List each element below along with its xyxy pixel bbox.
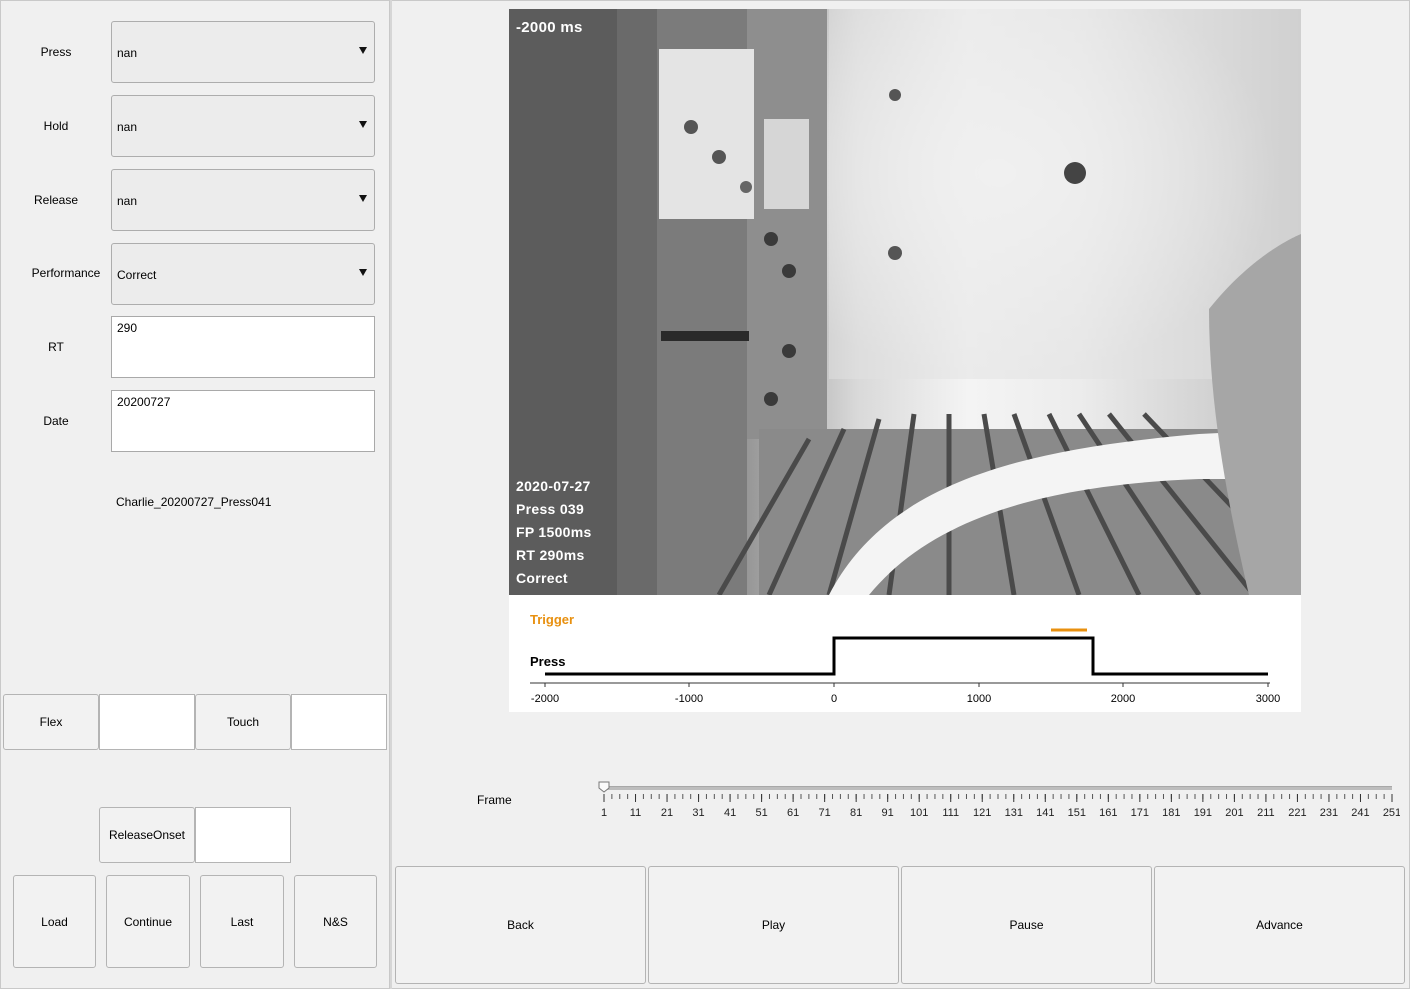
release-onset-button[interactable]: ReleaseOnset [99, 807, 195, 863]
file-name: Charlie_20200727_Press041 [116, 495, 272, 509]
rt-value: 290 [117, 321, 138, 335]
press-dropdown[interactable]: nan [111, 21, 375, 83]
release-label: Release [33, 193, 79, 207]
rt-field[interactable]: 290 [111, 316, 375, 378]
frame-slider-ticks: 1 11 21 31 41 51 61 71 81 91 101 111 121 131 141 151 161… [601, 794, 1400, 819]
release-dropdown[interactable]: nan [111, 169, 375, 231]
advance-button[interactable]: Advance [1154, 866, 1405, 984]
frame-tick-label: 11 [630, 807, 641, 819]
frame-tick-label: 161 [1099, 807, 1117, 819]
frame-tick-label: 51 [755, 807, 767, 819]
frame-tick-label: 81 [850, 807, 862, 819]
press-value: nan [117, 46, 138, 60]
press-label: Press [40, 45, 72, 59]
release-onset-input[interactable] [195, 807, 291, 863]
video-frame: -2000 ms 2020-07-27 Press 039 FP 1500ms … [509, 9, 1301, 595]
frame-tick-label: 41 [724, 807, 736, 819]
behavior-trace-panel: Trigger Press -2000 -1000 0 1000 2000 30… [509, 595, 1301, 712]
frame-tick-label: 241 [1351, 807, 1369, 819]
frame-tick-label: 231 [1320, 807, 1338, 819]
hold-value: nan [117, 120, 138, 134]
video-info-outcome: Correct [516, 570, 568, 586]
frame-tick-label: 201 [1225, 807, 1243, 819]
frame-tick-label: 191 [1194, 807, 1212, 819]
rt-label: RT [48, 340, 64, 354]
performance-label: Performance [31, 266, 101, 280]
last-button[interactable]: Last [200, 875, 284, 968]
continue-button[interactable]: Continue [106, 875, 190, 968]
x-tick-label: 3000 [1255, 693, 1281, 705]
play-button[interactable]: Play [648, 866, 899, 984]
trace-plot [530, 628, 1270, 687]
frame-tick-label: 141 [1036, 807, 1054, 819]
performance-value: Correct [117, 268, 157, 282]
frame-tick-label: 221 [1288, 807, 1306, 819]
x-tick-label: -2000 [530, 693, 560, 705]
ns-button[interactable]: N&S [294, 875, 377, 968]
x-axis-ticks [544, 683, 1269, 687]
frame-tick-label: 71 [819, 807, 831, 819]
back-button[interactable]: Back [395, 866, 646, 984]
frame-tick-label: 131 [1005, 807, 1023, 819]
video-time-label: -2000 ms [516, 19, 583, 36]
flex-button[interactable]: Flex [3, 694, 99, 750]
frame-tick-label: 111 [942, 807, 959, 819]
frame-label: Frame [477, 793, 512, 807]
x-tick-label: 2000 [1110, 693, 1136, 705]
frame-tick-label: 31 [692, 807, 704, 819]
frame-tick-label: 171 [1131, 807, 1149, 819]
date-label: Date [43, 414, 69, 428]
dropdown-arrow-icon [359, 121, 367, 128]
dropdown-arrow-icon [359, 195, 367, 202]
hold-label: Hold [43, 119, 69, 133]
video-info-rt: RT 290ms [516, 547, 585, 563]
performance-dropdown[interactable]: Correct [111, 243, 375, 305]
touch-input[interactable] [291, 694, 387, 750]
pause-button[interactable]: Pause [901, 866, 1152, 984]
frame-tick-label: 91 [882, 807, 894, 819]
flex-input[interactable] [99, 694, 195, 750]
panel-divider [389, 0, 392, 989]
video-info-press: Press 039 [516, 501, 585, 517]
frame-slider-track[interactable] [604, 786, 1392, 790]
hold-dropdown[interactable]: nan [111, 95, 375, 157]
video-info-fp: FP 1500ms [516, 524, 592, 540]
frame-tick-label: 61 [787, 807, 799, 819]
date-value: 20200727 [117, 395, 171, 409]
frame-tick-label: 101 [910, 807, 928, 819]
x-tick-label: 1000 [966, 693, 992, 705]
touch-button[interactable]: Touch [195, 694, 291, 750]
frame-tick-label: 21 [661, 807, 673, 819]
date-field[interactable]: 20200727 [111, 390, 375, 452]
frame-tick-label: 151 [1068, 807, 1086, 819]
x-tick-label: -1000 [674, 693, 704, 705]
x-tick-label: 0 [830, 693, 838, 705]
load-button[interactable]: Load [13, 875, 96, 968]
frame-tick-label: 181 [1162, 807, 1180, 819]
dropdown-arrow-icon [359, 47, 367, 54]
frame-tick-label: 251 [1383, 807, 1400, 819]
video-info-date: 2020-07-27 [516, 478, 591, 494]
press-trace [545, 636, 1268, 676]
dropdown-arrow-icon [359, 269, 367, 276]
video-scene [509, 9, 1301, 595]
frame-tick-label: 1 [601, 807, 607, 819]
frame-tick-label: 121 [973, 807, 991, 819]
release-value: nan [117, 194, 138, 208]
frame-tick-label: 211 [1257, 807, 1275, 819]
